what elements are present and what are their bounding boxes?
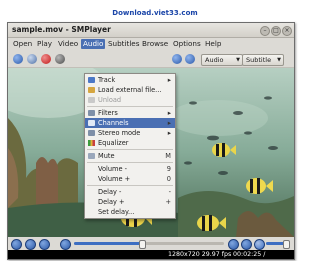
close-button[interactable]: × — [282, 26, 292, 36]
filters-icon — [88, 110, 95, 116]
screenshot-icon[interactable] — [172, 54, 182, 64]
fullscreen-button[interactable] — [241, 239, 252, 250]
rewind-button[interactable] — [60, 239, 71, 250]
stop-button[interactable] — [39, 239, 50, 250]
volume-slider[interactable] — [266, 240, 290, 249]
menu-browse[interactable]: Browse — [140, 39, 170, 49]
playlist-icon[interactable] — [55, 54, 65, 64]
menu-play[interactable]: Play — [35, 39, 54, 49]
title-bar: sample.mov - SMPlayer – □ × — [8, 23, 294, 38]
audio-menu-item-delay-down[interactable]: Delay - - — [85, 187, 175, 197]
menu-separator — [87, 162, 173, 163]
play-button[interactable] — [11, 239, 22, 250]
toolbar: Audio ▼ Subtitle ▼ — [8, 51, 294, 68]
subtitle-combo[interactable]: Subtitle ▼ — [242, 54, 284, 66]
subtitle-combo-label: Subtitle — [246, 56, 272, 64]
audio-menu-item-load-external[interactable]: Load external file... — [85, 85, 175, 95]
menu-video[interactable]: Video — [56, 39, 80, 49]
volume-slider-handle[interactable] — [283, 240, 290, 249]
dvd-icon[interactable] — [27, 54, 37, 64]
smplayer-window: sample.mov - SMPlayer – □ × Open Play Vi… — [7, 22, 295, 260]
submenu-arrow-icon: ▸ — [167, 119, 171, 127]
audio-menu-item-delay-up[interactable]: Delay + + — [85, 197, 175, 207]
open-file-icon[interactable] — [13, 54, 23, 64]
menu-subtitles[interactable]: Subtitles — [106, 39, 141, 49]
menu-separator — [87, 106, 173, 107]
submenu-arrow-icon: ▸ — [167, 129, 171, 137]
menu-separator — [87, 185, 173, 186]
unload-icon — [88, 97, 95, 103]
watermark-text: Download.viet33.com — [112, 9, 198, 17]
stereo-icon — [88, 130, 95, 136]
video-resolution-info: 1280x720 29.97 fps — [168, 251, 232, 258]
audio-menu-item-set-delay[interactable]: Set delay... — [85, 207, 175, 217]
pause-button[interactable] — [25, 239, 36, 250]
audio-menu-item-unload: Unload — [85, 95, 175, 105]
seek-bar-handle[interactable] — [139, 240, 146, 249]
folder-icon — [88, 87, 95, 93]
url-icon[interactable] — [41, 54, 51, 64]
menu-help[interactable]: Help — [203, 39, 223, 49]
audio-track-combo[interactable]: Audio ▼ — [201, 54, 243, 66]
audio-menu-item-equalizer[interactable]: Equalizer — [85, 138, 175, 148]
seek-bar[interactable] — [74, 240, 224, 249]
audio-menu-item-track[interactable]: Track ▸ — [85, 75, 175, 85]
submenu-arrow-icon: ▸ — [167, 109, 171, 117]
channels-icon — [88, 120, 95, 126]
chevron-down-icon: ▼ — [236, 57, 240, 63]
submenu-arrow-icon: ▸ — [167, 76, 171, 84]
audio-menu-item-volume-up[interactable]: Volume + 0 — [85, 174, 175, 184]
volume-icon[interactable] — [254, 239, 265, 250]
menu-options[interactable]: Options — [171, 39, 203, 49]
fullscreen-icon[interactable] — [185, 54, 195, 64]
audio-menu: Track ▸ Load external file... Unload Fil… — [84, 73, 176, 219]
forward-button[interactable] — [228, 239, 239, 250]
status-bar: 1280x720 29.97 fps 00:02:25 / 00:03:30 — [8, 250, 294, 259]
menu-bar: Open Play Video Audio Subtitles Browse O… — [8, 38, 294, 50]
menu-audio[interactable]: Audio — [81, 39, 106, 49]
equalizer-icon — [88, 140, 95, 146]
menu-open[interactable]: Open — [11, 39, 34, 49]
mute-icon — [88, 153, 95, 159]
audio-menu-item-volume-down[interactable]: Volume - 9 — [85, 164, 175, 174]
audio-combo-label: Audio — [205, 56, 224, 64]
speaker-icon — [88, 77, 95, 83]
window-title: sample.mov - SMPlayer — [12, 25, 111, 34]
chevron-down-icon: ▼ — [277, 57, 281, 63]
playback-controls — [8, 237, 294, 250]
playback-time: 00:02:25 / 00:03:30 — [233, 251, 266, 258]
menu-separator — [87, 149, 173, 150]
maximize-button[interactable]: □ — [271, 26, 281, 36]
audio-menu-item-stereo-mode[interactable]: Stereo mode ▸ — [85, 128, 175, 138]
seek-bar-fill — [74, 242, 142, 245]
audio-menu-item-filters[interactable]: Filters ▸ — [85, 108, 175, 118]
audio-menu-item-mute[interactable]: Mute M — [85, 151, 175, 161]
audio-menu-item-channels[interactable]: Channels ▸ — [85, 118, 175, 128]
minimize-button[interactable]: – — [260, 26, 270, 36]
